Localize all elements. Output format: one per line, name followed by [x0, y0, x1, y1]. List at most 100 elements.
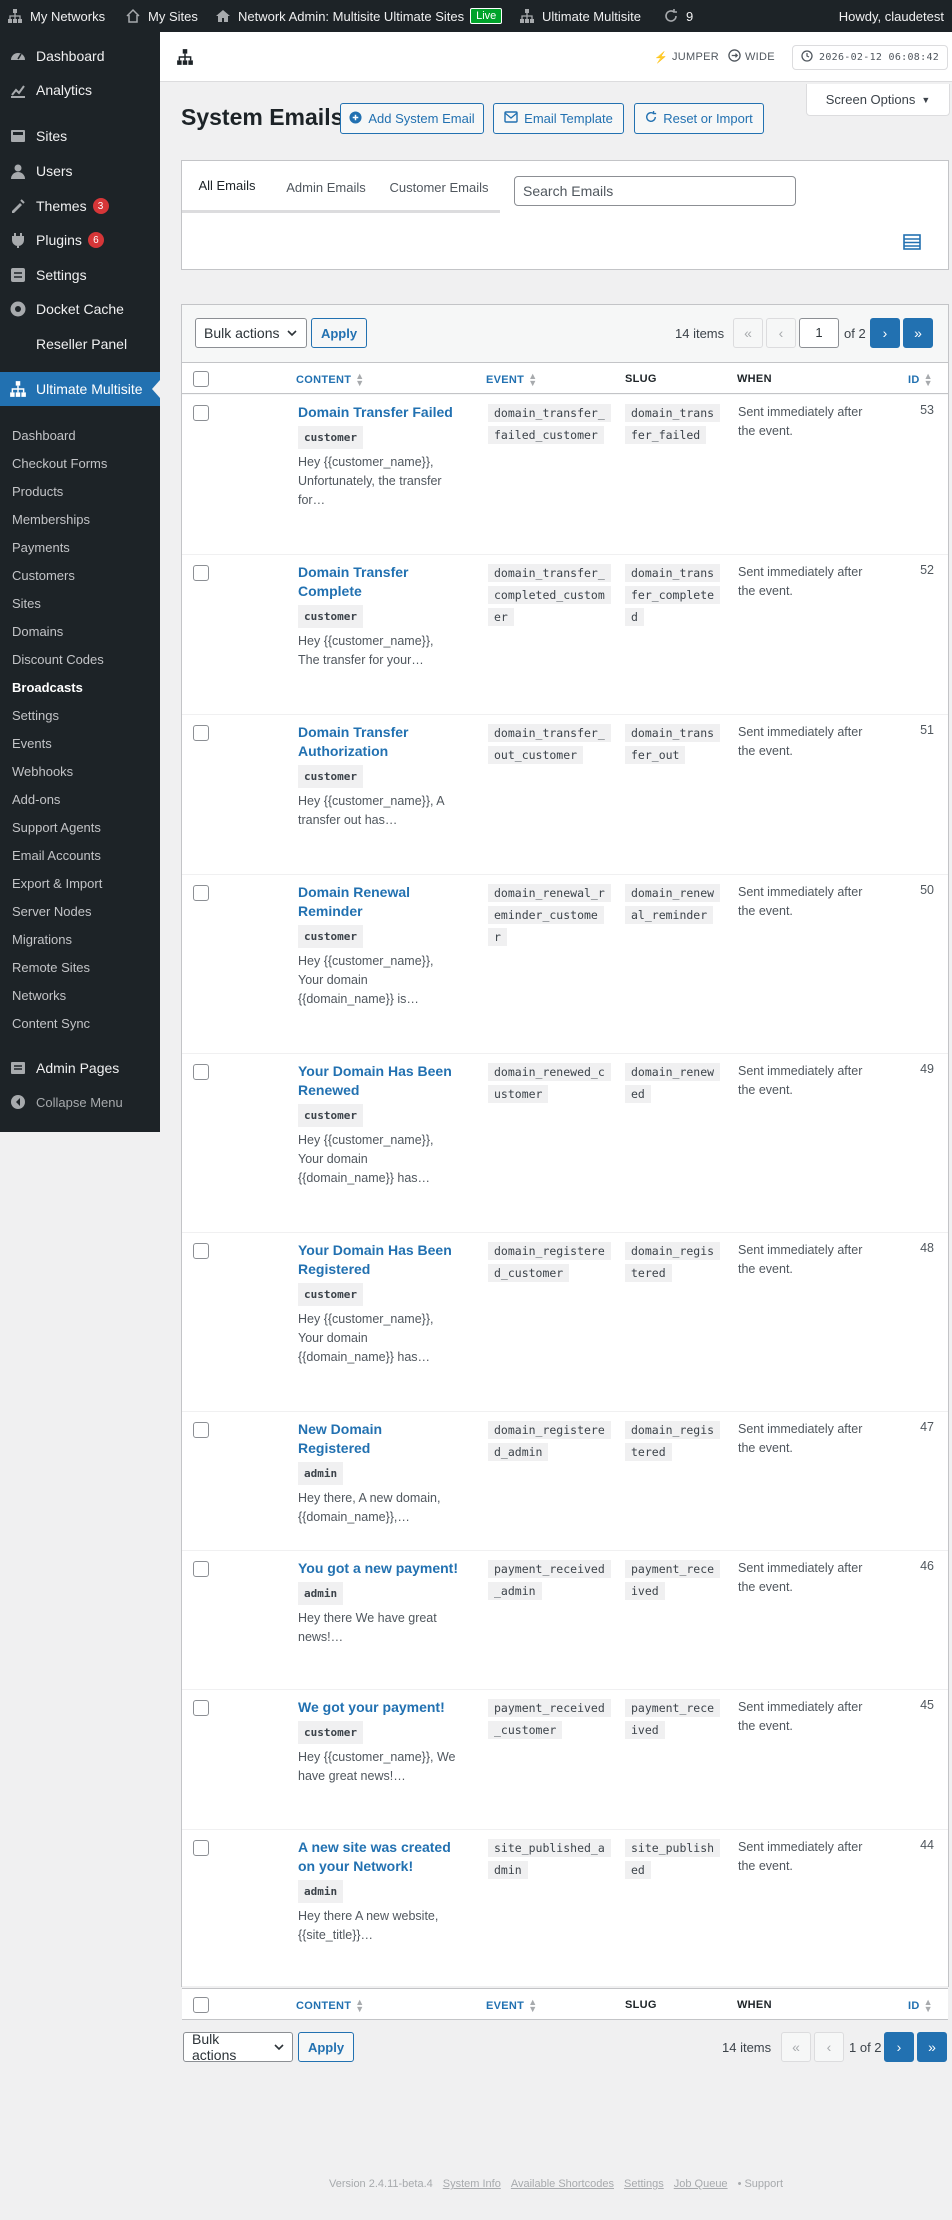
next-page-button-bottom[interactable]: ›: [884, 2032, 914, 2062]
email-title-link[interactable]: Domain Renewal Reminder: [298, 883, 458, 921]
email-title-link[interactable]: Your Domain Has Been Registered: [298, 1241, 458, 1279]
submenu-item-customers[interactable]: Customers: [12, 568, 75, 583]
current-page-input[interactable]: 1: [799, 318, 839, 348]
chevron-down-icon: [274, 2039, 284, 2055]
bulk-actions-select-bottom[interactable]: Bulk actions: [183, 2031, 293, 2063]
row-checkbox[interactable]: [193, 885, 209, 901]
submenu-item-discount-codes[interactable]: Discount Codes: [12, 652, 104, 667]
submenu-item-dashboard[interactable]: Dashboard: [12, 428, 76, 443]
select-all-checkbox-bottom[interactable]: [193, 1997, 209, 2013]
footer-link-support[interactable]: • Support: [738, 2178, 783, 2190]
column-content[interactable]: CONTENT ▲ ▼: [296, 372, 364, 388]
row-checkbox[interactable]: [193, 1561, 209, 1577]
email-title-link[interactable]: Domain Transfer Authorization: [298, 723, 458, 761]
submenu-item-server-nodes[interactable]: Server Nodes: [12, 904, 91, 919]
submenu-item-migrations[interactable]: Migrations: [12, 932, 72, 947]
next-page-button[interactable]: ›: [870, 318, 900, 348]
menu-settings[interactable]: Settings: [0, 263, 160, 287]
network-icon[interactable]: [176, 48, 194, 69]
submenu-item-remote-sites[interactable]: Remote Sites: [12, 960, 90, 975]
submenu-item-settings[interactable]: Settings: [12, 708, 59, 723]
search-emails-input[interactable]: [514, 176, 796, 206]
column-event-bottom[interactable]: EVENT ▲ ▼: [486, 1998, 537, 2014]
screen-options-button[interactable]: Screen Options ▼: [806, 84, 950, 116]
submenu-item-checkout-forms[interactable]: Checkout Forms: [12, 456, 107, 471]
updates-menu[interactable]: 9: [662, 0, 693, 32]
submenu-item-support-agents[interactable]: Support Agents: [12, 820, 101, 835]
prev-page-button[interactable]: ‹: [766, 318, 796, 348]
menu-themes[interactable]: Themes 3: [0, 194, 160, 218]
row-checkbox[interactable]: [193, 405, 209, 421]
footer-link-job-queue[interactable]: Job Queue: [674, 2178, 728, 2190]
select-all-checkbox[interactable]: [193, 371, 209, 387]
jumper-button[interactable]: ⚡ JUMPER: [654, 32, 719, 82]
tab-all-emails[interactable]: All Emails: [182, 161, 272, 213]
row-checkbox[interactable]: [193, 1700, 209, 1716]
apply-button-top[interactable]: Apply: [311, 318, 367, 348]
menu-reseller-panel[interactable]: Reseller Panel: [0, 332, 160, 356]
my-sites-menu[interactable]: My Sites: [124, 0, 198, 32]
collapse-menu-button[interactable]: Collapse Menu: [0, 1090, 160, 1114]
email-title-link[interactable]: You got a new payment!: [298, 1559, 458, 1578]
submenu-item-content-sync[interactable]: Content Sync: [12, 1016, 90, 1031]
tab-customer-emails[interactable]: Customer Emails: [380, 161, 498, 213]
menu-users[interactable]: Users: [0, 159, 160, 183]
submenu-item-webhooks[interactable]: Webhooks: [12, 764, 73, 779]
add-system-email-button[interactable]: Add System Email: [340, 103, 484, 134]
row-checkbox[interactable]: [193, 1243, 209, 1259]
submenu-item-products[interactable]: Products: [12, 484, 63, 499]
menu-admin-pages[interactable]: Admin Pages: [0, 1056, 160, 1080]
list-view-icon[interactable]: [903, 234, 921, 253]
row-checkbox[interactable]: [193, 725, 209, 741]
wide-toggle[interactable]: WIDE: [728, 32, 775, 82]
submenu-item-payments[interactable]: Payments: [12, 540, 70, 555]
last-page-button[interactable]: »: [903, 318, 933, 348]
submenu-item-networks[interactable]: Networks: [12, 988, 66, 1003]
submenu-item-memberships[interactable]: Memberships: [12, 512, 90, 527]
email-title-link[interactable]: Your Domain Has Been Renewed: [298, 1062, 458, 1100]
submenu-item-export-import[interactable]: Export & Import: [12, 876, 102, 891]
first-page-button-bottom[interactable]: «: [781, 2032, 811, 2062]
column-id-bottom[interactable]: ID ▲ ▼: [908, 1998, 933, 2014]
footer-link-settings[interactable]: Settings: [624, 2178, 664, 2190]
email-title-link[interactable]: Domain Transfer Complete: [298, 563, 458, 601]
menu-dashboard[interactable]: Dashboard: [0, 44, 160, 68]
row-checkbox[interactable]: [193, 565, 209, 581]
submenu-item-broadcasts[interactable]: Broadcasts: [12, 680, 83, 695]
ultimate-multisite-menu[interactable]: Ultimate Multisite: [518, 0, 641, 32]
submenu-item-events[interactable]: Events: [12, 736, 52, 751]
menu-docket-cache[interactable]: Docket Cache: [0, 297, 160, 321]
email-title-link[interactable]: A new site was created on your Network!: [298, 1838, 458, 1876]
apply-button-bottom[interactable]: Apply: [298, 2032, 354, 2062]
prev-page-button-bottom[interactable]: ‹: [814, 2032, 844, 2062]
email-title-link[interactable]: We got your payment!: [298, 1698, 458, 1717]
column-content-bottom[interactable]: CONTENT ▲ ▼: [296, 1998, 364, 2014]
row-checkbox[interactable]: [193, 1064, 209, 1080]
row-checkbox[interactable]: [193, 1840, 209, 1856]
bulk-actions-select-top[interactable]: Bulk actions: [195, 318, 307, 348]
account-menu[interactable]: Howdy, claudetest: [839, 0, 944, 32]
email-template-button[interactable]: Email Template: [493, 103, 624, 134]
menu-ultimate-multisite[interactable]: Ultimate Multisite: [0, 372, 160, 406]
menu-plugins[interactable]: Plugins 6: [0, 228, 160, 252]
menu-analytics[interactable]: Analytics: [0, 78, 160, 102]
submenu-item-add-ons[interactable]: Add-ons: [12, 792, 60, 807]
email-title-link[interactable]: Domain Transfer Failed: [298, 403, 458, 422]
column-id[interactable]: ID ▲ ▼: [908, 372, 933, 388]
tab-admin-emails[interactable]: Admin Emails: [272, 161, 380, 213]
network-admin-menu[interactable]: Network Admin: Multisite Ultimate Sites …: [214, 0, 503, 32]
reset-import-button[interactable]: Reset or Import: [634, 103, 764, 134]
last-page-button-bottom[interactable]: »: [917, 2032, 947, 2062]
footer-link-shortcodes[interactable]: Available Shortcodes: [511, 2178, 614, 2190]
version-label: Version 2.4.11-beta.4: [328, 2178, 433, 2190]
footer-link-system-info[interactable]: System Info: [443, 2178, 501, 2190]
row-checkbox[interactable]: [193, 1422, 209, 1438]
submenu-item-domains[interactable]: Domains: [12, 624, 63, 639]
submenu-item-email-accounts[interactable]: Email Accounts: [12, 848, 101, 863]
menu-sites[interactable]: Sites: [0, 124, 160, 148]
submenu-item-sites[interactable]: Sites: [12, 596, 41, 611]
column-event[interactable]: EVENT ▲ ▼: [486, 372, 537, 388]
first-page-button[interactable]: «: [733, 318, 763, 348]
email-title-link[interactable]: New Domain Registered: [298, 1420, 458, 1458]
my-networks-menu[interactable]: My Networks: [6, 0, 105, 32]
